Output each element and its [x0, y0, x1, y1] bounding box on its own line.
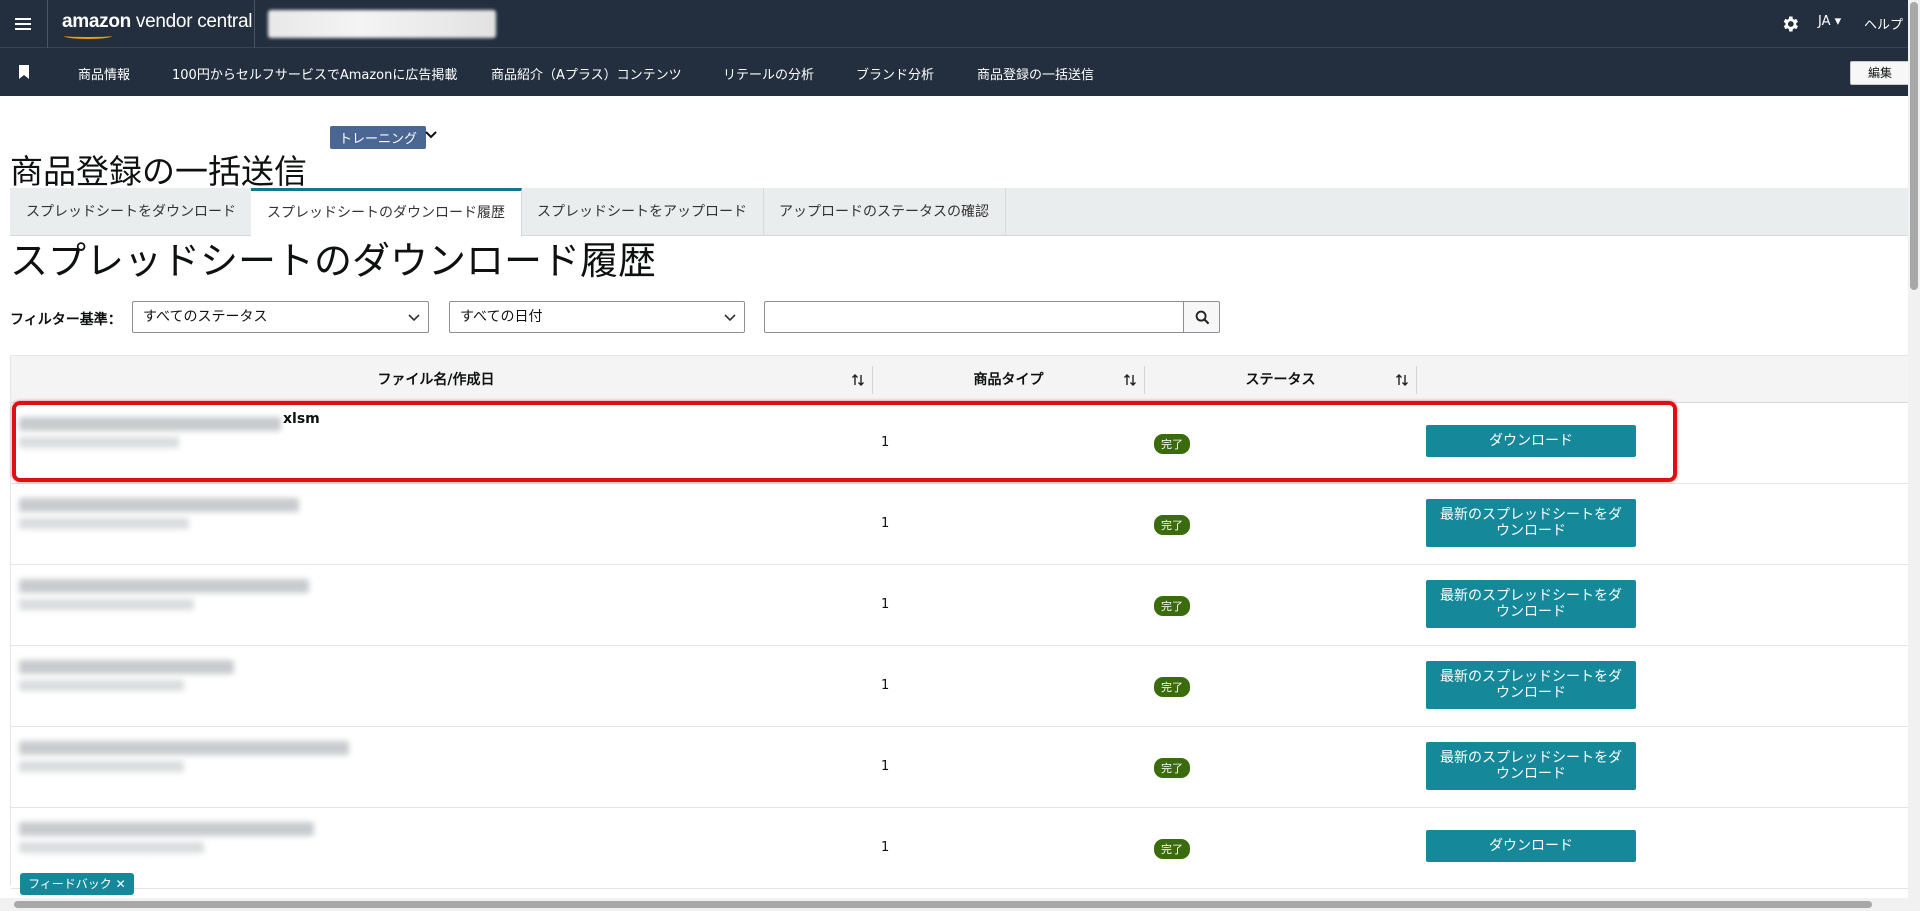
- chevron-down-icon: [408, 314, 420, 322]
- bookmark-icon[interactable]: [18, 64, 30, 80]
- column-header-status: ステータス: [1245, 372, 1316, 388]
- filter-label: フィルター基準：: [10, 312, 122, 328]
- table-row: 1 完了 最新のスプレッドシートをダウンロード: [11, 484, 1911, 565]
- table-header: ファイル名/作成日 商品タイプ ステータス: [11, 355, 1911, 403]
- download-latest-spreadsheet-button[interactable]: 最新のスプレッドシートをダウンロード: [1426, 580, 1636, 628]
- amazon-vendor-central-logo[interactable]: amazon vendor central: [62, 11, 252, 39]
- redacted-date: [19, 761, 184, 772]
- nav-item-retail-analytics[interactable]: リテールの分析: [723, 64, 814, 83]
- chevron-down-icon[interactable]: [424, 128, 438, 142]
- nav-item-advertising[interactable]: 100円からセルフサービスでAmazonに広告掲載: [172, 64, 457, 83]
- divider: [47, 0, 48, 48]
- search-icon: [1195, 310, 1210, 325]
- search-button[interactable]: [1183, 301, 1220, 333]
- download-latest-spreadsheet-button[interactable]: 最新のスプレッドシートをダウンロード: [1426, 499, 1636, 547]
- tab-bar: スプレッドシートをダウンロード スプレッドシートのダウンロード履歴 スプレッドシ…: [10, 188, 1908, 237]
- redacted-filename: [19, 822, 314, 836]
- sort-icon[interactable]: [1123, 373, 1137, 387]
- tab-upload-status[interactable]: アップロードのステータスの確認: [763, 188, 1006, 236]
- table-row: xlsm 1 完了 ダウンロード: [11, 403, 1911, 484]
- sort-icon[interactable]: [851, 373, 865, 387]
- redacted-filename: [19, 579, 309, 593]
- nav-item-product-info[interactable]: 商品情報: [78, 64, 130, 83]
- column-header-filename: ファイル名/作成日: [377, 372, 495, 388]
- gear-icon[interactable]: [1780, 14, 1800, 34]
- redacted-date: [19, 518, 189, 529]
- status-badge: 完了: [1154, 434, 1190, 454]
- product-type-count: 1: [881, 597, 890, 612]
- nav-item-bulk-listing[interactable]: 商品登録の一括送信: [977, 64, 1094, 83]
- product-type-count: 1: [881, 516, 890, 531]
- hamburger-menu-icon[interactable]: [10, 12, 36, 36]
- table-row: 1 完了 ダウンロード: [11, 808, 1911, 889]
- search-input[interactable]: [764, 301, 1184, 333]
- product-type-count: 1: [881, 435, 890, 450]
- product-type-count: 1: [881, 759, 890, 774]
- redacted-date: [19, 437, 179, 448]
- horizontal-scrollbar[interactable]: [0, 898, 1908, 911]
- section-title: スプレッドシートのダウンロード履歴: [10, 239, 657, 283]
- redacted-date: [19, 599, 194, 610]
- status-badge: 完了: [1154, 515, 1190, 535]
- sort-icon[interactable]: [1395, 373, 1409, 387]
- redacted-date: [19, 842, 204, 853]
- status-badge: 完了: [1154, 839, 1190, 859]
- page-title: 商品登録の一括送信: [10, 152, 307, 191]
- product-type-count: 1: [881, 678, 890, 693]
- navigation-bar: 商品情報 100円からセルフサービスでAmazonに広告掲載 商品紹介（Aプラス…: [0, 48, 1920, 96]
- download-button[interactable]: ダウンロード: [1426, 425, 1636, 457]
- date-filter-select[interactable]: すべての日付: [449, 301, 745, 333]
- language-selector[interactable]: JA ▾: [1818, 14, 1841, 29]
- chevron-down-icon: [724, 314, 736, 322]
- table-row: 1 完了 最新のスプレッドシートをダウンロード: [11, 565, 1911, 646]
- top-bar: amazon vendor central JA ▾ ヘルプ: [0, 0, 1920, 48]
- status-badge: 完了: [1154, 596, 1190, 616]
- vertical-scrollbar[interactable]: [1908, 0, 1920, 911]
- scrollbar-thumb[interactable]: [1910, 2, 1918, 290]
- filename-extension: xlsm: [283, 411, 320, 427]
- status-badge: 完了: [1154, 758, 1190, 778]
- nav-item-brand-analytics[interactable]: ブランド分析: [856, 64, 934, 83]
- divider: [254, 0, 255, 48]
- tab-download-spreadsheet[interactable]: スプレッドシートをダウンロード: [10, 188, 253, 236]
- table-row: 1 完了 最新のスプレッドシートをダウンロード: [11, 727, 1911, 808]
- column-divider: [1416, 366, 1417, 394]
- scrollbar-thumb[interactable]: [14, 901, 1872, 908]
- download-latest-spreadsheet-button[interactable]: 最新のスプレッドシートをダウンロード: [1426, 661, 1636, 709]
- redacted-filename: [19, 741, 349, 755]
- redacted-filename: [19, 660, 234, 674]
- status-filter-select[interactable]: すべてのステータス: [132, 301, 429, 333]
- feedback-button[interactable]: フィードバック ✕: [20, 873, 134, 895]
- help-link[interactable]: ヘルプ: [1864, 14, 1903, 33]
- edit-nav-button[interactable]: 編集: [1850, 61, 1910, 85]
- download-latest-spreadsheet-button[interactable]: 最新のスプレッドシートをダウンロード: [1426, 742, 1636, 790]
- table-row: 1 完了 最新のスプレッドシートをダウンロード: [11, 646, 1911, 727]
- download-history-table: ファイル名/作成日 商品タイプ ステータス xlsm 1 完了 ダウンロード 1…: [10, 355, 1911, 889]
- account-switcher-redacted[interactable]: [268, 10, 496, 38]
- training-badge[interactable]: トレーニング: [330, 126, 427, 149]
- tab-upload-spreadsheet[interactable]: スプレッドシートをアップロード: [521, 188, 764, 236]
- column-header-product-type: 商品タイプ: [973, 372, 1044, 388]
- redacted-filename: [19, 417, 281, 431]
- nav-item-a-plus-content[interactable]: 商品紹介（Aプラス）コンテンツ: [491, 64, 682, 83]
- redacted-filename: [19, 498, 299, 512]
- redacted-date: [19, 680, 184, 691]
- status-badge: 完了: [1154, 677, 1190, 697]
- product-type-count: 1: [881, 840, 890, 855]
- download-button[interactable]: ダウンロード: [1426, 830, 1636, 862]
